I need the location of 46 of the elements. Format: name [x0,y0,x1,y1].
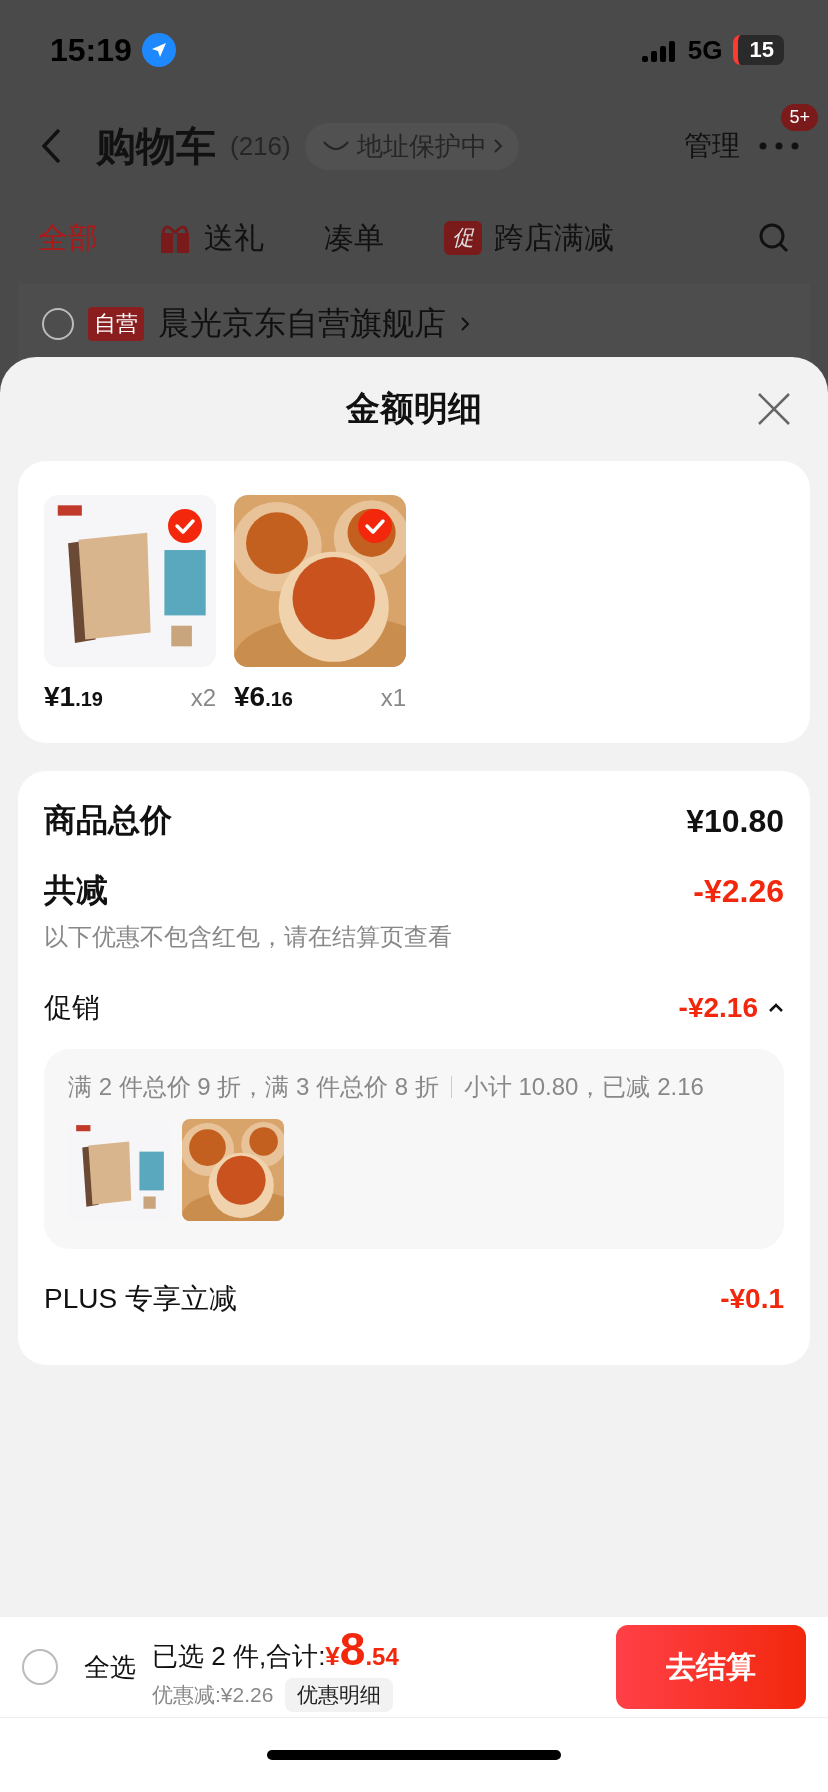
close-button[interactable] [756,391,792,427]
chevron-right-icon [492,138,503,154]
check-icon[interactable] [168,509,202,543]
discount-text: 优惠减:¥2.26 [152,1682,274,1708]
product-quantity: x2 [190,684,216,712]
chevron-icon[interactable] [768,1003,784,1013]
filter-tab[interactable]: 促 跨店满减 [444,217,614,259]
product-price: ¥1.19 [44,681,103,713]
notification-badge: 5+ [781,104,818,131]
store-name[interactable]: 晨光京东自营旗舰店 [158,302,446,346]
total-value: ¥10.80 [686,802,784,840]
chevron-right-icon [460,316,470,332]
more-icon[interactable] [759,142,799,150]
promotion-subtotal: 小计 10.80，已减 2.16 [463,1072,704,1102]
reduction-label: 共减 [44,871,108,910]
plus-discount-label: PLUS 专享立减 [44,1282,237,1316]
filter-tab[interactable]: 凑单 [324,217,384,259]
search-icon[interactable] [758,222,790,254]
product-quantity: x1 [380,684,406,712]
checkout-button[interactable]: 去结算 [616,1625,806,1709]
self-operated-tag: 自营 [88,307,144,341]
product-price: ¥6.16 [234,681,293,713]
promotion-rule: 满 2 件总价 9 折，满 3 件总价 8 折 [68,1072,439,1102]
discount-detail-button[interactable]: 优惠明细 [285,1678,394,1712]
reduction-value: -¥2.26 [693,872,784,910]
store-checkbox[interactable] [42,308,74,340]
reduction-note: 以下优惠不包含红包，请在结算页查看 [44,922,453,952]
back-icon[interactable] [40,127,62,165]
status-time: 15:19 [50,31,132,69]
selected-total: 已选 2 件,合计:¥8.54 [152,1622,399,1676]
select-all-label[interactable]: 全选 [84,1649,136,1685]
manage-link[interactable]: 管理 [684,127,740,165]
page-title: 购物车 [96,122,216,170]
filter-tab[interactable]: 全部 [38,217,98,259]
promotion-label: 促销 [44,991,100,1025]
plus-discount-value: -¥0.1 [720,1283,784,1315]
filter-tab[interactable]: 送礼 [158,217,264,259]
select-all-checkbox[interactable] [22,1649,58,1685]
location-icon [141,33,176,67]
battery-level: 15 [732,35,784,65]
signal-icon [641,38,678,62]
sheet-title: 金额明细 [346,388,482,429]
total-label: 商品总价 [44,801,172,840]
network-label: 5G [687,34,723,66]
promotion-value: -¥2.16 [678,992,758,1024]
check-icon[interactable] [358,509,392,543]
